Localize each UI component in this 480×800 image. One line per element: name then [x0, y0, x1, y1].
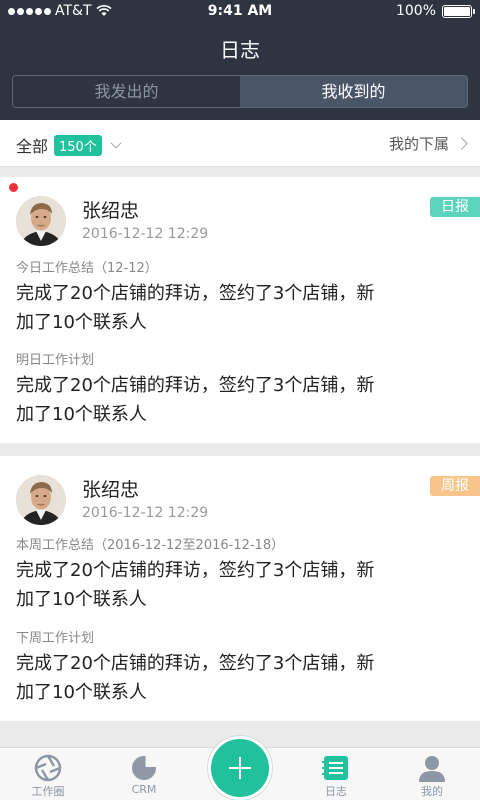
avatar[interactable] [16, 196, 66, 246]
aperture-icon [34, 754, 62, 782]
page-title: 日志 [220, 38, 260, 62]
add-button[interactable] [208, 736, 272, 800]
report-type-badge: 日报 [430, 197, 480, 217]
author-name: 张绍忠 [82, 200, 140, 222]
user-icon [419, 756, 445, 782]
chevron-right-icon [455, 137, 468, 150]
unread-indicator [9, 183, 18, 192]
section-label: 今日工作总结（12-12） [16, 261, 158, 276]
report-time: 2016-12-12 12:29 [82, 505, 209, 521]
tab-me[interactable]: 我的 [384, 748, 480, 800]
tab-journal[interactable]: 日志 [288, 748, 384, 800]
filter-bar: 全部 150个 我的下属 [0, 120, 480, 167]
section-label: 明日工作计划 [16, 353, 95, 368]
report-time: 2016-12-12 12:29 [82, 226, 209, 242]
report-type-badge: 周报 [430, 476, 480, 496]
chevron-down-icon [110, 137, 122, 149]
status-bar: AT&T 9:41 AM 100% [0, 0, 480, 24]
count-badge: 150个 [54, 134, 102, 156]
tab-received[interactable]: 我收到的 [240, 76, 467, 107]
section-content-line: 完成了20个店铺的拜访，签约了3个店铺，新 [16, 560, 375, 581]
section-content-line: 加了10个联系人 [16, 312, 147, 333]
section-content-line: 加了10个联系人 [16, 404, 147, 425]
subordinates-label: 我的下属 [388, 135, 449, 153]
battery-icon [442, 4, 475, 18]
filter-all-dropdown[interactable]: 全部 150个 [16, 133, 122, 157]
segmented-control: 我发出的 我收到的 [12, 75, 468, 108]
tab-label: 日志 [325, 785, 347, 798]
section-content-line: 完成了20个店铺的拜访，签约了3个店铺，新 [16, 653, 375, 674]
section-content-line: 加了10个联系人 [16, 682, 147, 703]
section-content-line: 完成了20个店铺的拜访，签约了3个店铺，新 [16, 375, 375, 396]
battery-percent: 100% [395, 3, 436, 19]
tab-work-circle[interactable]: 工作圈 [0, 748, 96, 800]
journal-icon [322, 756, 348, 780]
report-card[interactable]: 张绍忠 2016-12-12 12:29 日报 今日工作总结（12-12） 完成… [0, 177, 480, 443]
tab-label: 我的 [421, 785, 443, 798]
avatar[interactable] [16, 475, 66, 525]
header: AT&T 9:41 AM 100% 日志 我发出的 我收到的 [0, 0, 480, 120]
tab-sent[interactable]: 我发出的 [13, 76, 240, 107]
report-card[interactable]: 张绍忠 2016-12-12 12:29 周报 本周工作总结（2016-12-1… [0, 456, 480, 721]
section-content-line: 完成了20个店铺的拜访，签约了3个店铺，新 [16, 283, 375, 304]
section-label: 下周工作计划 [16, 631, 95, 646]
section-label: 本周工作总结（2016-12-12至2016-12-18） [16, 538, 285, 553]
filter-all-label: 全部 [16, 137, 49, 156]
section-content-line: 加了10个联系人 [16, 589, 147, 610]
subordinates-link[interactable]: 我的下属 [388, 133, 468, 154]
tab-label: CRM [131, 783, 157, 796]
tab-label: 工作圈 [31, 785, 65, 798]
author-name: 张绍忠 [82, 479, 140, 501]
pie-chart-icon [132, 755, 157, 780]
status-right: 100% [395, 3, 475, 19]
tab-crm[interactable]: CRM [96, 748, 192, 800]
